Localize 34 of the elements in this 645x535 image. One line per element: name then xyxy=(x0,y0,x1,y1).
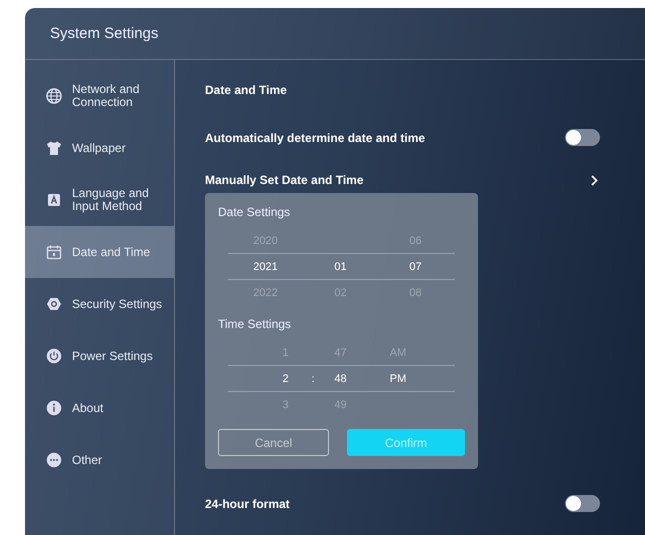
window-title: System Settings xyxy=(50,25,158,42)
picker-value[interactable]: : xyxy=(308,372,318,384)
info-icon xyxy=(46,400,62,416)
section-title: Date Settings xyxy=(218,205,292,219)
section-heading: Date and Time xyxy=(205,83,288,97)
sidebar-item[interactable]: About xyxy=(25,382,174,434)
sidebar-item[interactable]: Other xyxy=(25,434,174,486)
picker-value[interactable]: PM xyxy=(363,372,433,384)
power-icon xyxy=(46,348,62,364)
cancel-button[interactable]: Cancel xyxy=(218,429,329,456)
setting-label: 24-hour format xyxy=(205,496,290,510)
picker-value[interactable]: 01 xyxy=(303,260,378,272)
sidebar-item[interactable]: Network and Connection xyxy=(25,70,174,122)
picker-value[interactable]: 48 xyxy=(318,372,363,384)
picker-value[interactable]: 2021 xyxy=(228,260,303,272)
more-icon xyxy=(46,452,62,468)
sidebar-item[interactable]: Wallpaper xyxy=(25,122,174,174)
globe-icon xyxy=(46,88,62,104)
sidebar-item[interactable]: Security Settings xyxy=(25,278,174,330)
hexagon-icon xyxy=(46,296,62,312)
t-shirt-icon xyxy=(46,140,62,156)
letter-a-icon xyxy=(46,192,62,208)
calendar-icon xyxy=(46,244,62,260)
picker-value[interactable]: 07 xyxy=(378,260,453,272)
picker-value[interactable]: 2 xyxy=(263,372,308,384)
settings-row[interactable]: Manually Set Date and Time xyxy=(205,173,600,187)
chevron-right-icon xyxy=(591,174,598,186)
toggle-switch[interactable] xyxy=(565,129,600,146)
sidebar-item[interactable]: Date and Time xyxy=(25,226,174,278)
sidebar-item[interactable]: Power Settings xyxy=(25,330,174,382)
sidebar-item[interactable]: Language and Input Method xyxy=(25,174,174,226)
section-title: Time Settings xyxy=(218,317,292,331)
setting-label: Automatically determine date and time xyxy=(205,130,426,144)
toggle-switch[interactable] xyxy=(565,495,600,512)
